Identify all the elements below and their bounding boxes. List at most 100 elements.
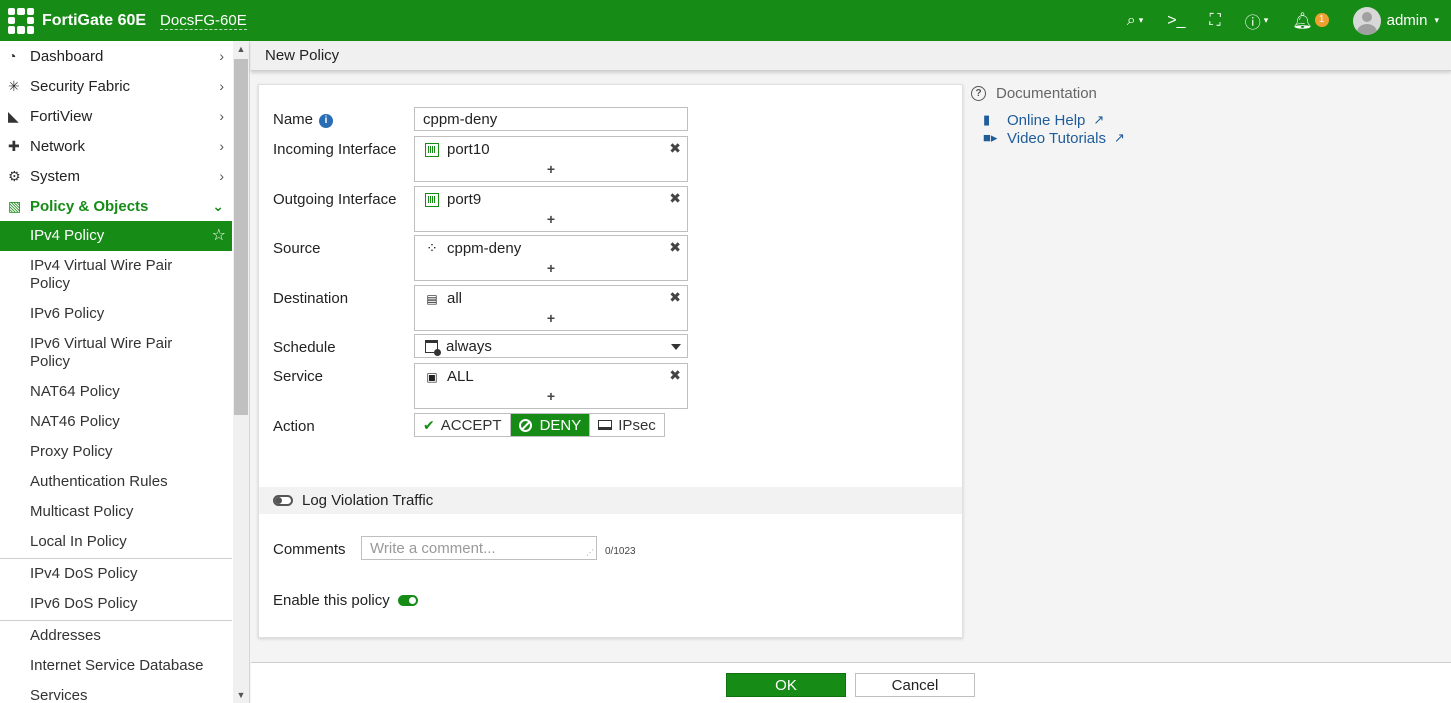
sidebar-item-policy-objects[interactable]: ▧ Policy & Objects ⌄: [0, 191, 232, 221]
sidebar-subitem-label: Internet Service Database: [30, 657, 204, 674]
port-icon: [425, 192, 439, 207]
caret-down-icon: ▾: [1138, 15, 1144, 25]
caret-down-icon: [671, 344, 681, 350]
documentation-title-text: Documentation: [996, 85, 1097, 102]
star-icon[interactable]: ☆: [212, 227, 226, 245]
user-menu[interactable]: admin ▾: [1352, 6, 1439, 35]
log-violation-toggle[interactable]: [273, 495, 293, 506]
add-icon[interactable]: +: [415, 260, 687, 276]
footer-bar: OK Cancel: [251, 662, 1451, 703]
comments-char-count: 0/1023: [605, 546, 636, 557]
fullscreen-icon: ⛶: [1209, 11, 1221, 29]
sidebar-item-label: Policy & Objects: [30, 197, 149, 215]
deny-icon: [518, 418, 532, 432]
incoming-interface-field[interactable]: port10 ✖ +: [414, 136, 688, 182]
sidebar-item-network[interactable]: ✚ Network ›: [0, 131, 232, 161]
video-tutorials-link[interactable]: ■▸ Video Tutorials ↗: [983, 129, 1125, 147]
action-ipsec-label: IPsec: [618, 416, 656, 434]
sidebar-item-security-fabric[interactable]: ✳ Security Fabric ›: [0, 71, 232, 101]
name-input[interactable]: cppm-deny: [414, 107, 688, 131]
outgoing-interface-entry: port9: [425, 191, 481, 208]
info-icon[interactable]: i: [319, 113, 334, 128]
schedule-select[interactable]: always: [414, 334, 688, 358]
add-icon[interactable]: +: [415, 211, 687, 227]
cancel-button[interactable]: Cancel: [855, 673, 975, 697]
enable-policy-toggle[interactable]: [397, 595, 418, 606]
sidebar-subitem-addresses[interactable]: Addresses: [0, 621, 232, 651]
sidebar-subitem-ipv4-vwp-policy[interactable]: IPv4 Virtual Wire Pair Policy: [0, 251, 232, 299]
network-icon: ✚: [8, 137, 20, 154]
cli-console-button[interactable]: >_: [1167, 12, 1185, 30]
logo[interactable]: FortiGate 60E: [8, 7, 147, 34]
help-button[interactable]: ⓘ ▾: [1245, 9, 1269, 33]
sidebar-scrollbar[interactable]: ▲ ▼: [233, 41, 249, 703]
search-button[interactable]: ⌕ ▾: [1127, 12, 1144, 30]
sidebar-subitem-local-in-policy[interactable]: Local In Policy: [0, 527, 232, 557]
resize-grip-icon[interactable]: ⋰: [586, 548, 594, 557]
sidebar-item-fortiview[interactable]: ◣ FortiView ›: [0, 101, 232, 131]
chevron-down-icon: ⌄: [212, 197, 224, 214]
sidebar-subitem-proxy-policy[interactable]: Proxy Policy: [0, 437, 232, 467]
scroll-down-icon[interactable]: ▼: [233, 687, 249, 703]
action-accept-button[interactable]: ✔ ACCEPT: [415, 414, 511, 436]
scrollbar-thumb[interactable]: [234, 59, 248, 415]
sidebar-subitem-ipv6-vwp-policy[interactable]: IPv6 Virtual Wire Pair Policy: [0, 329, 232, 377]
remove-icon[interactable]: ✖: [669, 367, 681, 384]
source-value: cppm-deny: [447, 240, 522, 257]
help-icon: ⓘ: [1244, 14, 1261, 32]
schedule-icon: [425, 339, 441, 356]
sidebar-item-system[interactable]: ⚙ System ›: [0, 161, 232, 191]
action-ipsec-button[interactable]: IPsec: [590, 414, 664, 436]
outgoing-interface-field[interactable]: port9 ✖ +: [414, 186, 688, 232]
sidebar: ◔ Dashboard › ✳ Security Fabric › ◣ Fort…: [0, 41, 250, 703]
sidebar-subitem-ipv6-policy[interactable]: IPv6 Policy: [0, 299, 232, 329]
sidebar-subitem-ipv6-dos-policy[interactable]: IPv6 DoS Policy: [0, 589, 232, 619]
online-help-link[interactable]: ▮ Online Help ↗: [983, 111, 1125, 129]
incoming-interface-label: Incoming Interface: [273, 141, 397, 158]
add-icon[interactable]: +: [415, 310, 687, 326]
remove-icon[interactable]: ✖: [669, 190, 681, 207]
sidebar-subitem-label: IPv4 Policy: [30, 227, 105, 244]
remove-icon[interactable]: ✖: [669, 140, 681, 157]
sidebar-item-label: Dashboard: [30, 47, 104, 65]
sidebar-subitem-nat46-policy[interactable]: NAT46 Policy: [0, 407, 232, 437]
app-title: FortiGate 60E: [42, 11, 147, 29]
comments-textarea[interactable]: Write a comment... ⋰: [361, 536, 597, 560]
service-field[interactable]: ▣ ALL ✖ +: [414, 363, 688, 409]
sidebar-subitem-nat64-policy[interactable]: NAT64 Policy: [0, 377, 232, 407]
action-label: Action: [273, 418, 315, 435]
ok-button[interactable]: OK: [726, 673, 846, 697]
remove-icon[interactable]: ✖: [669, 239, 681, 256]
add-icon[interactable]: +: [415, 388, 687, 404]
sidebar-subitem-internet-service-database[interactable]: Internet Service Database: [0, 651, 232, 681]
log-violation-row: Log Violation Traffic: [259, 487, 962, 514]
sidebar-subitem-label: IPv6 DoS Policy: [30, 595, 138, 612]
sidebar-subitem-services[interactable]: Services: [0, 681, 232, 703]
sidebar-subitem-ipv4-policy[interactable]: IPv4 Policy ☆: [0, 221, 232, 251]
sidebar-subitem-label: IPv6 Policy: [30, 305, 105, 322]
top-right-actions: ⌕ ▾ >_ ⛶ ⓘ ▾ 🔔︎ 1 admin ▾: [1115, 0, 1451, 41]
sidebar-subitem-multicast-policy[interactable]: Multicast Policy: [0, 497, 232, 527]
sidebar-item-dashboard[interactable]: ◔ Dashboard ›: [0, 41, 232, 71]
bell-icon: 🔔︎: [1292, 12, 1313, 30]
sidebar-subitem-authentication-rules[interactable]: Authentication Rules: [0, 467, 232, 497]
fullscreen-button[interactable]: ⛶: [1210, 12, 1221, 30]
sidebar-subitem-ipv4-dos-policy[interactable]: IPv4 DoS Policy: [0, 559, 232, 589]
scroll-up-icon[interactable]: ▲: [233, 41, 249, 57]
sidebar-subitem-label: Services: [30, 687, 88, 703]
chevron-right-icon: ›: [219, 138, 224, 154]
source-field[interactable]: ⁘ cppm-deny ✖ +: [414, 235, 688, 281]
service-value: ALL: [447, 368, 474, 385]
sidebar-subitem-label: Addresses: [30, 627, 101, 644]
action-deny-button[interactable]: DENY: [510, 414, 591, 436]
notifications-button[interactable]: 🔔︎ 1: [1292, 11, 1329, 31]
device-name[interactable]: DocsFG-60E: [160, 12, 247, 30]
incoming-interface-value: port10: [447, 141, 490, 158]
remove-icon[interactable]: ✖: [669, 289, 681, 306]
chevron-right-icon: ›: [219, 48, 224, 64]
documentation-title: ? Documentation: [971, 85, 1125, 102]
destination-field[interactable]: ▤ all ✖ +: [414, 285, 688, 331]
online-help-label: Online Help: [1007, 111, 1086, 129]
fortinet-logo-icon: [8, 7, 34, 34]
add-icon[interactable]: +: [415, 161, 687, 177]
